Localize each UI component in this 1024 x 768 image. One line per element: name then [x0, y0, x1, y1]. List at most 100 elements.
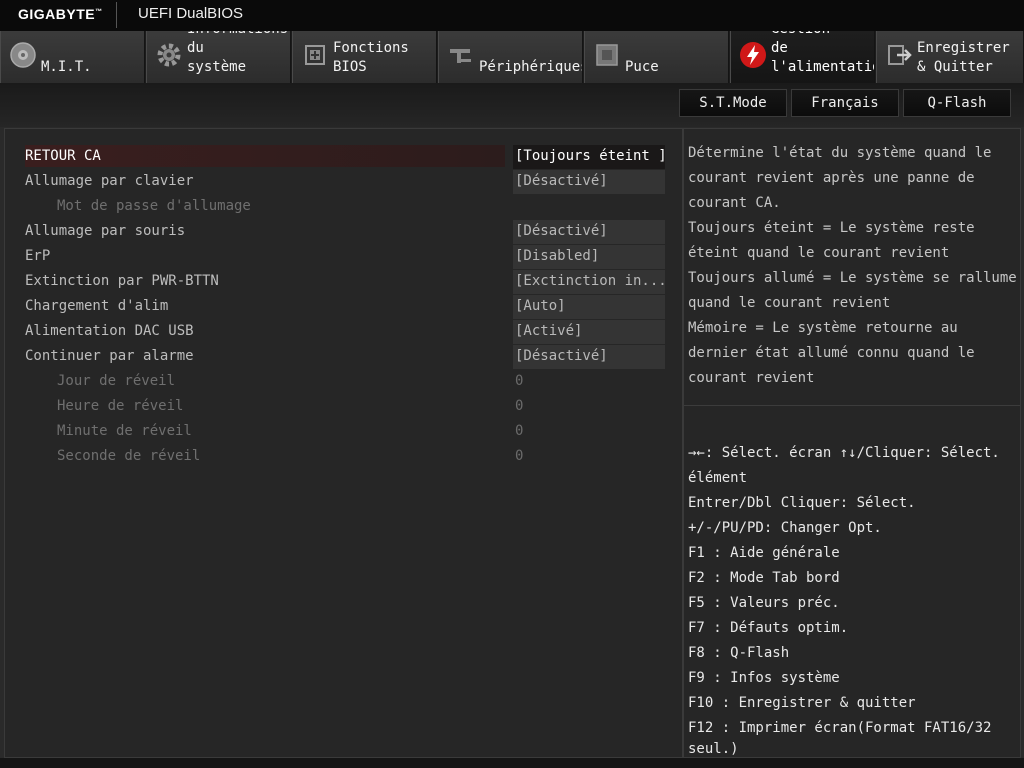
tab-label-line: Puce: [625, 59, 659, 75]
brand-logo: GIGABYTE™: [18, 6, 103, 22]
setting-row-power-loading[interactable]: Chargement d'alim [Auto]: [25, 295, 665, 319]
setting-value[interactable]: [Désactivé]: [513, 345, 665, 369]
key-help-line: F7 : Défauts optim.: [688, 620, 849, 636]
setting-value: 0: [515, 398, 524, 414]
setting-value[interactable]: [Exctinction in...]: [513, 270, 665, 294]
title-bar: GIGABYTE™ UEFI DualBIOS: [0, 0, 1024, 31]
setting-value[interactable]: [Activé]: [513, 320, 665, 344]
setting-label: Seconde de réveil: [57, 448, 201, 464]
tab-system-info[interactable]: Informations du système: [146, 31, 291, 83]
gear-icon: [157, 43, 181, 67]
help-line: Mémoire = Le système retourne au: [688, 320, 958, 336]
key-help-line: F5 : Valeurs préc.: [688, 595, 840, 611]
tab-label-line: de: [771, 40, 788, 56]
setting-label: RETOUR CA: [25, 148, 101, 164]
tab-label: M.I.T.: [41, 58, 92, 77]
setting-value: 0: [515, 423, 524, 439]
chipset-icon: [596, 44, 618, 66]
help-line: courant CA.: [688, 195, 781, 211]
brand-name: GIGABYTE: [18, 6, 96, 22]
setting-row-erp[interactable]: ErP [Disabled]: [25, 245, 665, 269]
setting-row-keyboard-power-on[interactable]: Allumage par clavier [Désactivé]: [25, 170, 665, 194]
help-line: éteint quand le courant revient: [688, 245, 950, 261]
tab-label: Gestion de l'alimentatio: [771, 31, 875, 77]
setting-row-wake-hour: Heure de réveil 0: [25, 395, 665, 417]
bottom-bar: [0, 758, 1024, 768]
setting-row-wake-day: Jour de réveil 0: [25, 370, 665, 392]
language-button[interactable]: Français: [791, 89, 899, 117]
main-tabs: M.I.T. Informations du système Fonctions…: [0, 31, 1024, 83]
brand-trademark: ™: [95, 8, 103, 16]
qflash-button[interactable]: Q-Flash: [903, 89, 1011, 117]
key-help-line: F9 : Infos système: [688, 670, 840, 686]
help-line: courant revient: [688, 370, 815, 386]
setting-label: Allumage par souris: [25, 223, 186, 239]
tab-label-line: Enregistrer: [917, 40, 1010, 56]
settings-panel: RETOUR CA [Toujours éteint ] Allumage pa…: [4, 128, 683, 758]
key-help-line: élément: [688, 470, 748, 486]
key-help-line: Entrer/Dbl Cliquer: Sélect.: [688, 495, 916, 511]
key-help-line: F8 : Q-Flash: [688, 645, 790, 661]
setting-label: Mot de passe d'allumage: [57, 198, 251, 214]
setting-label: Jour de réveil: [57, 373, 176, 389]
tab-chipset[interactable]: Puce: [584, 31, 729, 83]
key-help-line: seul.): [688, 741, 739, 757]
tab-label-line: M.I.T.: [41, 59, 92, 75]
setting-value[interactable]: [Désactivé]: [513, 220, 665, 244]
power-bolt-icon: [740, 42, 766, 68]
key-help-line: F10 : Enregistrer & quitter: [688, 695, 916, 711]
plug-icon: [450, 49, 471, 63]
help-line: Détermine l'état du système quand le: [688, 145, 992, 161]
setting-label: Alimentation DAC USB: [25, 323, 194, 339]
tab-label-line: du: [187, 40, 204, 56]
setting-value: 0: [515, 373, 524, 389]
tab-mit[interactable]: M.I.T.: [0, 31, 145, 83]
tab-label-line: Périphériques: [479, 59, 583, 75]
setting-value[interactable]: [Toujours éteint ]: [513, 145, 665, 169]
setting-label: Continuer par alarme: [25, 348, 194, 364]
tab-label-line: système: [187, 59, 247, 75]
help-panel: Détermine l'état du système quand le cou…: [683, 128, 1021, 758]
help-line: quand le courant revient: [688, 295, 891, 311]
tab-label-line: Informations: [187, 31, 288, 39]
tab-label: Informations du système: [187, 31, 288, 77]
divider: [684, 405, 1020, 406]
tab-label: Fonctions BIOS: [333, 39, 409, 77]
help-line: Toujours éteint = Le système reste: [688, 220, 975, 236]
key-help-line: F1 : Aide générale: [688, 545, 840, 561]
setting-value[interactable]: [Désactivé]: [513, 170, 665, 194]
setting-label: Minute de réveil: [57, 423, 192, 439]
setting-row-ac-back[interactable]: RETOUR CA [Toujours éteint ]: [25, 145, 665, 169]
setting-label: Extinction par PWR-BTTN: [25, 273, 219, 289]
tab-label-line: l'alimentatio: [771, 59, 875, 75]
tab-power-management[interactable]: Gestion de l'alimentatio: [730, 31, 875, 83]
exit-icon: [888, 45, 912, 65]
tab-label-line: Fonctions: [333, 40, 409, 56]
tab-label-line: & Quitter: [917, 59, 993, 75]
setting-row-power-on-password: Mot de passe d'allumage: [25, 195, 665, 217]
tab-peripherals[interactable]: Périphériques: [438, 31, 583, 83]
setting-label: Allumage par clavier: [25, 173, 194, 189]
tab-save-exit[interactable]: Enregistrer & Quitter: [876, 31, 1024, 83]
setting-row-wake-minute: Minute de réveil 0: [25, 420, 665, 442]
setting-row-mouse-power-on[interactable]: Allumage par souris [Désactivé]: [25, 220, 665, 244]
bios-chip-icon: [305, 45, 325, 65]
setting-label: Chargement d'alim: [25, 298, 169, 314]
divider: [116, 2, 117, 28]
tab-label-line: BIOS: [333, 59, 367, 75]
setting-row-pwr-btn-off[interactable]: Extinction par PWR-BTTN [Exctinction in.…: [25, 270, 665, 294]
key-help-line: →←: Sélect. écran ↑↓/Cliquer: Sélect.: [688, 445, 1000, 461]
tab-label: Puce: [625, 58, 659, 77]
tab-label: Périphériques: [479, 58, 583, 77]
setting-row-usb-dac-power[interactable]: Alimentation DAC USB [Activé]: [25, 320, 665, 344]
key-help-line: +/-/PU/PD: Changer Opt.: [688, 520, 882, 536]
setting-label: Heure de réveil: [57, 398, 184, 414]
setting-value[interactable]: [Auto]: [513, 295, 665, 319]
tab-bios-features[interactable]: Fonctions BIOS: [292, 31, 437, 83]
help-line: dernier état allumé connu quand le: [688, 345, 975, 361]
setting-value[interactable]: [Disabled]: [513, 245, 665, 269]
tab-label-line: Gestion: [771, 31, 874, 39]
key-help-line: F12 : Imprimer écran(Format FAT16/32: [688, 720, 992, 736]
st-mode-button[interactable]: S.T.Mode: [679, 89, 787, 117]
setting-row-resume-by-alarm[interactable]: Continuer par alarme [Désactivé]: [25, 345, 665, 369]
